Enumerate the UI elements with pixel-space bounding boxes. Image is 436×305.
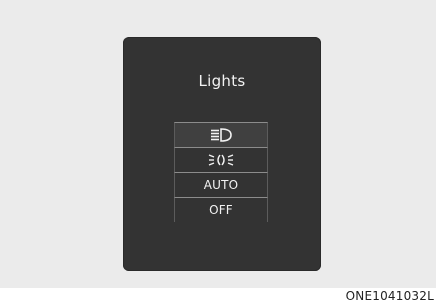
panel-title: Lights: [198, 72, 246, 90]
menu-item-position-lamp[interactable]: [174, 147, 268, 172]
figure-code: ONE1041032L: [345, 289, 434, 303]
cluster-display: Lights AUTO OFF: [123, 37, 321, 271]
headlight-icon: [208, 127, 234, 143]
menu-item-label: AUTO: [203, 178, 239, 192]
illustration-background: Lights AUTO OFF: [0, 0, 436, 288]
menu-item-headlight[interactable]: [174, 122, 268, 147]
menu-item-label: OFF: [209, 203, 233, 217]
menu-item-auto[interactable]: AUTO: [174, 172, 268, 197]
menu-item-off[interactable]: OFF: [174, 197, 268, 222]
lights-menu: AUTO OFF: [174, 122, 268, 222]
position-lamp-icon: [207, 152, 235, 168]
